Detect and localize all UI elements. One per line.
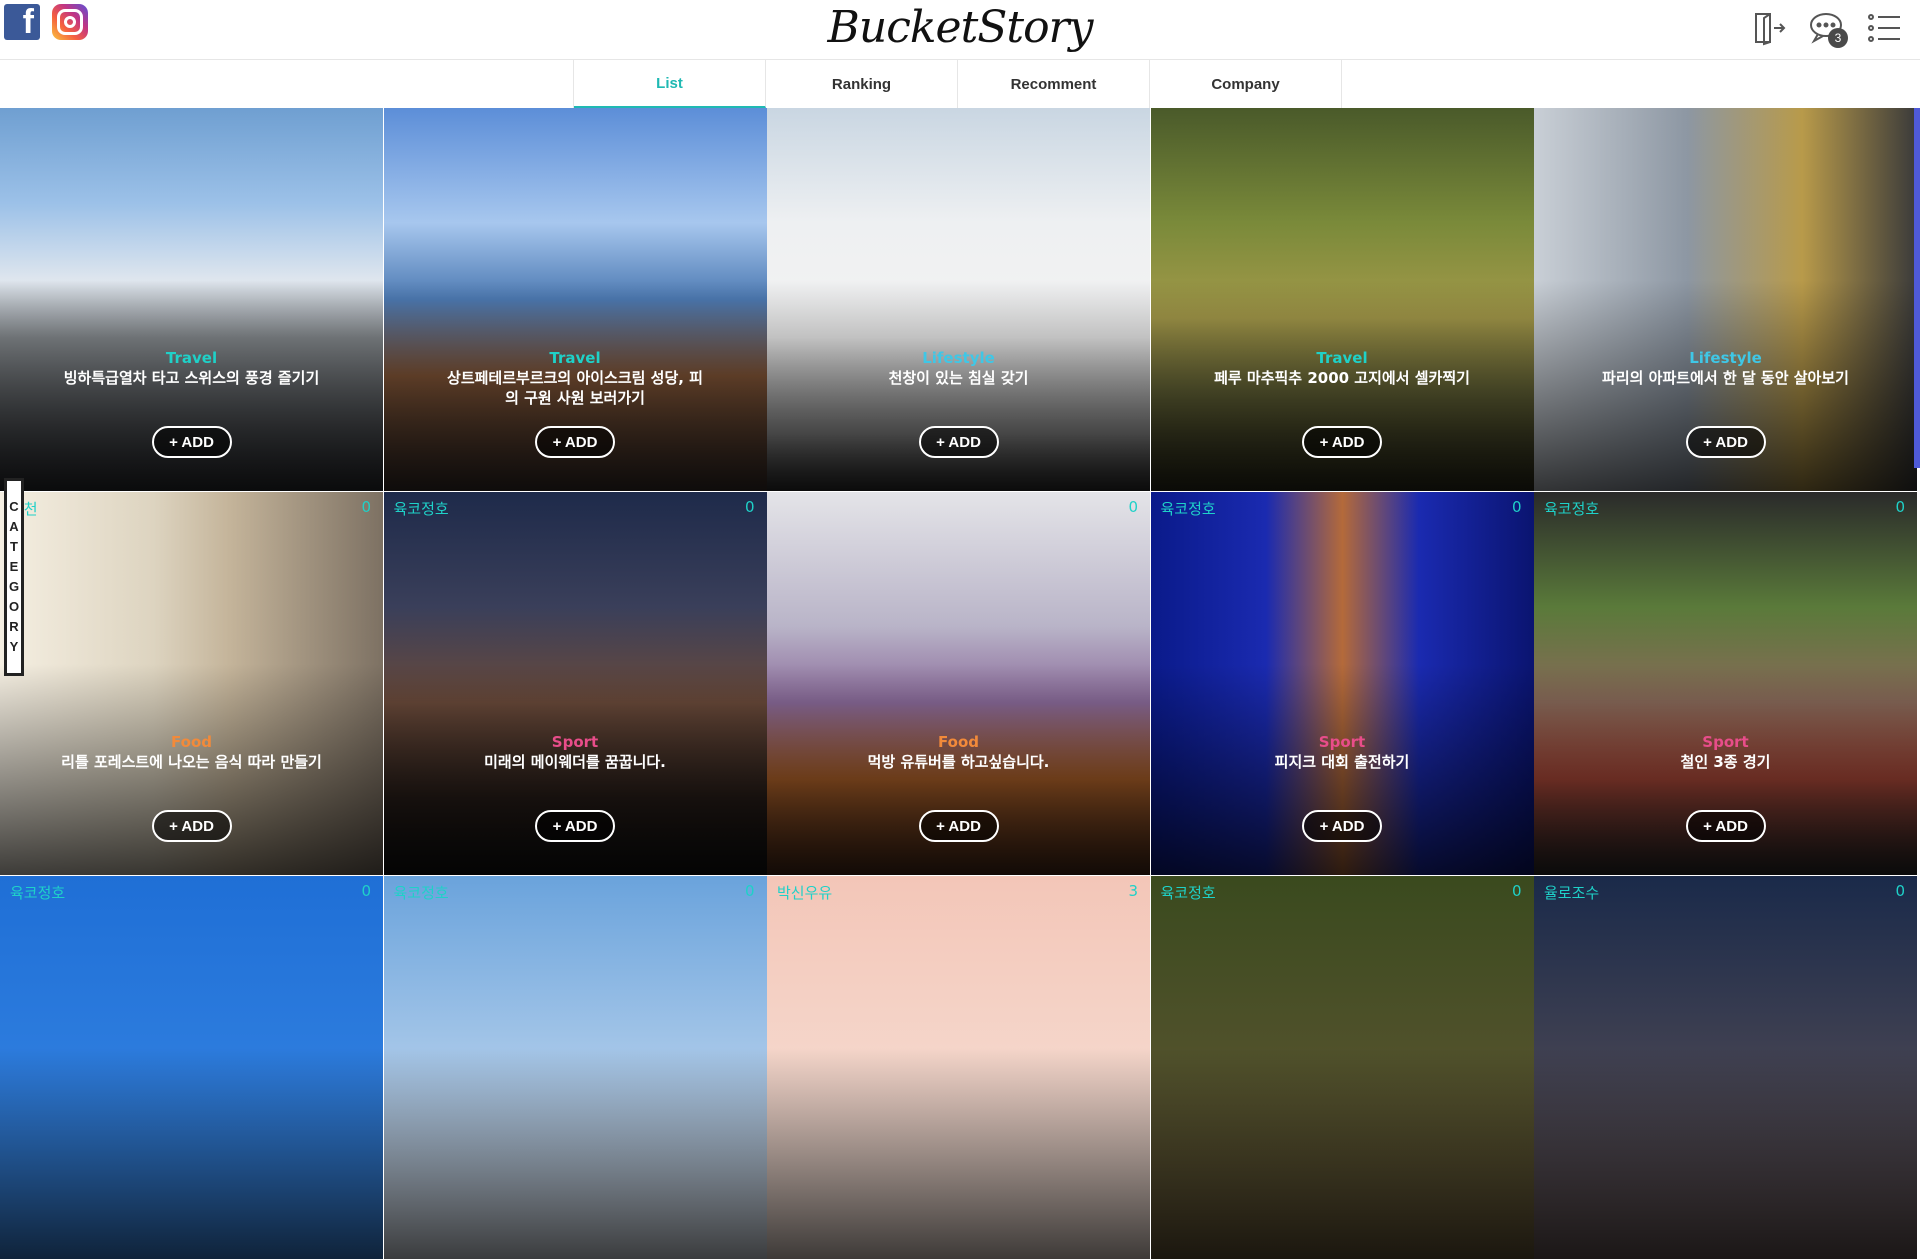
bucket-card[interactable]: 육코정호 0 xyxy=(383,876,767,1259)
message-count-badge: 3 xyxy=(1828,28,1848,48)
site-logo[interactable]: BucketStory xyxy=(0,2,1920,53)
card-count: 0 xyxy=(744,882,755,900)
card-title: 상트페테르부르크의 아이스크림 성당, 피의 구원 사원 보러가기 xyxy=(447,369,703,407)
tab-ranking[interactable]: Ranking xyxy=(766,60,958,108)
category-sidebar-toggle[interactable]: CATEGORY xyxy=(4,478,24,676)
card-category: Lifestyle xyxy=(1689,349,1762,367)
card-author-tag: 육코정호 xyxy=(1160,500,1216,518)
card-count: 0 xyxy=(1511,498,1522,516)
card-category: Sport xyxy=(1318,733,1366,751)
card-gradient-overlay xyxy=(1534,1048,1917,1259)
card-author-tag: 박신우유 xyxy=(777,884,833,902)
card-author-tag: 육코정호 xyxy=(1160,884,1216,902)
card-category: Travel xyxy=(1316,349,1368,367)
bucket-card[interactable]: 육코정호 0 Sport 피지크 대회 출전하기 + ADD xyxy=(1150,492,1534,875)
card-category: Travel xyxy=(165,349,218,367)
card-title: 리틀 포레스트에 나오는 음식 따라 만들기 xyxy=(61,753,322,771)
category-letter: E xyxy=(9,559,19,574)
top-bar: f BucketStory 3 xyxy=(0,0,1920,60)
card-title: 페루 마추픽추 2000 고지에서 셀카찍기 xyxy=(1214,369,1470,387)
card-count: 0 xyxy=(1895,882,1905,900)
card-title: 피지크 대회 출전하기 xyxy=(1274,753,1410,771)
bucket-card[interactable]: 육코정호 0 Sport 철인 3종 경기 + ADD xyxy=(1534,492,1917,875)
category-letter: T xyxy=(10,539,18,554)
category-letter: O xyxy=(8,599,20,614)
card-count: 0 xyxy=(1128,498,1138,516)
header-actions: 3 xyxy=(1748,8,1904,48)
bucket-card[interactable]: Lifestyle 천창이 있는 침실 갖기 + ADD xyxy=(767,108,1150,491)
category-letter: C xyxy=(9,499,19,514)
card-title: 천창이 있는 침실 갖기 xyxy=(888,369,1029,387)
card-count: 0 xyxy=(361,498,371,516)
card-category: Sport xyxy=(551,733,599,751)
card-count: 0 xyxy=(361,882,371,900)
bucket-card[interactable]: 박신우유 3 xyxy=(767,876,1150,1259)
tab-company[interactable]: Company xyxy=(1150,60,1342,108)
add-button[interactable]: + ADD xyxy=(918,426,999,458)
add-button[interactable]: + ADD xyxy=(1685,810,1766,842)
card-count: 0 xyxy=(744,498,755,516)
category-letter: Y xyxy=(9,639,19,654)
scrollbar[interactable] xyxy=(1914,108,1920,468)
card-gradient-overlay xyxy=(383,1048,767,1259)
card-author-tag: 육코정호 xyxy=(393,500,449,518)
add-button[interactable]: + ADD xyxy=(1685,426,1766,458)
add-button[interactable]: + ADD xyxy=(535,426,615,458)
card-author-tag: 율로조수 xyxy=(1544,884,1600,902)
category-letter: R xyxy=(9,619,19,634)
bucket-card[interactable]: 육코정호 0 xyxy=(0,876,383,1259)
card-author-tag: 육코정호 xyxy=(1544,500,1600,518)
add-button[interactable]: + ADD xyxy=(151,810,232,842)
card-gradient-overlay xyxy=(767,1048,1150,1259)
add-button[interactable]: + ADD xyxy=(151,426,232,458)
card-count: 0 xyxy=(1511,882,1522,900)
card-title: 미래의 메이웨더를 꿈꿉니다. xyxy=(484,753,666,771)
card-category: Food xyxy=(938,733,979,751)
card-category: Travel xyxy=(549,349,601,367)
card-category: Sport xyxy=(1702,733,1749,751)
add-button[interactable]: + ADD xyxy=(1302,426,1382,458)
bucket-card[interactable]: Lifestyle 파리의 아파트에서 한 달 동안 살아보기 + ADD xyxy=(1534,108,1917,491)
bucket-card[interactable]: 0 Food 먹방 유튜버를 하고싶습니다. + ADD xyxy=(767,492,1150,875)
bucket-card[interactable]: Travel 페루 마추픽추 2000 고지에서 셀카찍기 + ADD xyxy=(1150,108,1534,491)
bucket-card[interactable]: 육코정호 0 xyxy=(1150,876,1534,1259)
add-button[interactable]: + ADD xyxy=(535,810,615,842)
bucket-card[interactable]: Travel 빙하특급열차 타고 스위스의 풍경 즐기기 + ADD xyxy=(0,108,383,491)
card-count: 0 xyxy=(1895,498,1905,516)
category-letter: G xyxy=(8,579,20,594)
category-letter: A xyxy=(9,519,19,534)
card-title: 빙하특급열차 타고 스위스의 풍경 즐기기 xyxy=(63,369,320,387)
message-icon[interactable]: 3 xyxy=(1806,8,1848,48)
card-title: 철인 3종 경기 xyxy=(1680,753,1771,771)
card-author-tag: 육코정호 xyxy=(393,884,449,902)
tab-list[interactable]: List xyxy=(574,60,766,108)
bucket-card[interactable]: Travel 상트페테르부르크의 아이스크림 성당, 피의 구원 사원 보러가기 +… xyxy=(383,108,767,491)
card-category: Food xyxy=(171,733,212,751)
card-gradient-overlay xyxy=(1150,1048,1534,1259)
bucket-card[interactable]: 추천0Food리틀 포레스트에 나오는 음식 따라 만들기+ ADD xyxy=(0,492,383,875)
card-gradient-overlay xyxy=(0,1048,383,1259)
card-author-tag: 육코정호 xyxy=(10,884,66,902)
logout-icon[interactable] xyxy=(1748,8,1788,48)
card-category: Lifestyle xyxy=(922,349,995,367)
nav-tabs: List Ranking Recomment Company xyxy=(573,60,1342,108)
card-count: 3 xyxy=(1128,882,1138,900)
bucket-card[interactable]: 율로조수 0 xyxy=(1534,876,1917,1259)
tab-recomment[interactable]: Recomment xyxy=(958,60,1150,108)
add-button[interactable]: + ADD xyxy=(918,810,999,842)
card-title: 파리의 아파트에서 한 달 동안 살아보기 xyxy=(1602,369,1849,387)
card-title: 먹방 유튜버를 하고싶습니다. xyxy=(867,753,1050,771)
add-button[interactable]: + ADD xyxy=(1302,810,1382,842)
menu-list-icon[interactable] xyxy=(1864,8,1904,48)
bucket-card[interactable]: 육코정호 0 Sport 미래의 메이웨더를 꿈꿉니다. + ADD xyxy=(383,492,767,875)
